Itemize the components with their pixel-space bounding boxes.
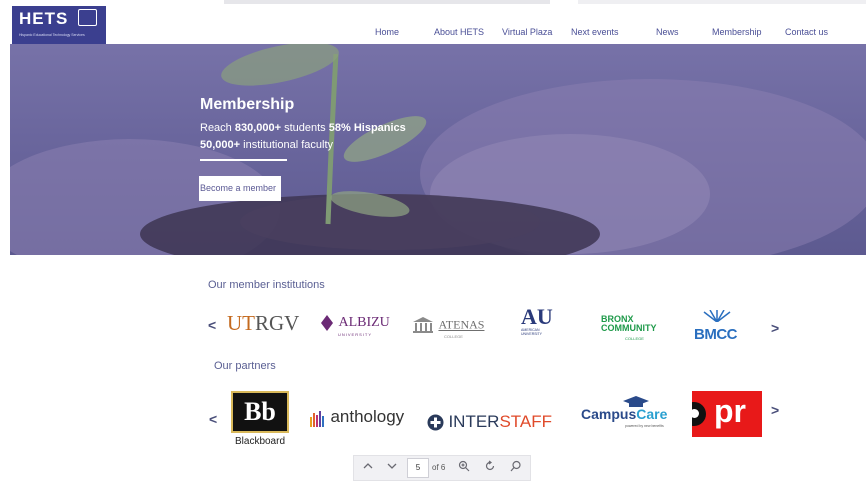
page-number-input[interactable]: 5 [407,458,429,478]
logo-tagline: Hispanic Educational Technology Services [19,33,85,37]
next-page-button[interactable] [386,460,398,475]
interstaff-plus-icon [427,414,444,430]
browser-strip [578,0,866,4]
become-member-button[interactable]: Become a member [199,176,281,201]
members-section-title: Our member institutions [208,279,325,291]
nav-membership[interactable]: Membership [712,27,762,37]
search-button[interactable] [510,460,522,475]
hero-background-image [10,44,866,255]
hero-title: Membership [200,96,295,113]
albizu-emblem-icon [321,315,333,331]
viewer-toolbar: 5 of 6 [353,455,531,481]
bronx-community-college-logo[interactable]: BRONX COMMUNITY COLLEGE [601,315,657,342]
nav-contact-us[interactable]: Contact us [785,27,828,37]
hets-logo[interactable]: HETS Hispanic Educational Technology Ser… [12,6,106,44]
atenas-logo[interactable]: ATENAS COLLEGE [412,316,484,339]
previous-page-button[interactable] [362,460,374,475]
hero-divider [200,159,287,161]
members-next-arrow[interactable]: > [771,320,779,336]
graduation-cap-icon [623,396,649,407]
campuscare-logo[interactable]: CampusCare powered by new benefits [581,396,667,428]
blackboard-bb-mark: Bb [231,391,289,433]
bmcc-sun-icon [703,309,731,323]
interstaff-logo[interactable]: INTERSTAFF [427,412,552,432]
zoom-in-icon [458,460,470,472]
logo-mark-icon [78,9,97,26]
nav-about-hets[interactable]: About HETS [434,27,484,37]
chevron-up-icon [363,463,373,469]
chevron-down-icon [387,463,397,469]
rotate-button[interactable] [484,460,496,475]
page-count-label: of 6 [432,463,446,472]
utrgv-logo[interactable]: UTRGV [227,311,299,336]
top-bar: HETS Hispanic Educational Technology Ser… [0,0,866,44]
browser-strip [224,0,550,4]
hero-banner: Membership Reach 830,000+ students 58% H… [10,44,866,255]
blackboard-logo[interactable]: Bb Blackboard [231,391,289,447]
albizu-logo[interactable]: ALBIZU UNIVERSITY [320,314,390,337]
partners-section-title: Our partners [214,360,276,372]
nav-news[interactable]: News [656,27,679,37]
logo-text: HETS [19,9,69,28]
anthology-bars-icon [310,411,324,427]
hero-stats-line-2: 50,000+ institutional faculty [200,139,334,151]
members-prev-arrow[interactable]: < [208,317,216,333]
partners-next-arrow[interactable]: > [771,402,779,418]
partners-prev-arrow[interactable]: < [209,411,217,427]
search-icon [510,460,521,472]
anthology-logo[interactable]: anthology [310,407,404,427]
nav-virtual-plaza[interactable]: Virtual Plaza [502,27,552,37]
american-university-logo[interactable]: AU AMERICAN UNIVERSITY [521,306,557,337]
bmcc-logo[interactable]: BMCC [694,309,740,342]
nav-next-events[interactable]: Next events [571,27,619,37]
zoom-in-button[interactable] [458,460,470,475]
atenas-building-icon [413,317,433,333]
nav-home[interactable]: Home [375,27,399,37]
opr-logo[interactable]: pr [692,391,762,437]
hero-stats-line-1: Reach 830,000+ students 58% Hispanics [200,122,406,134]
rotate-icon [485,460,495,471]
